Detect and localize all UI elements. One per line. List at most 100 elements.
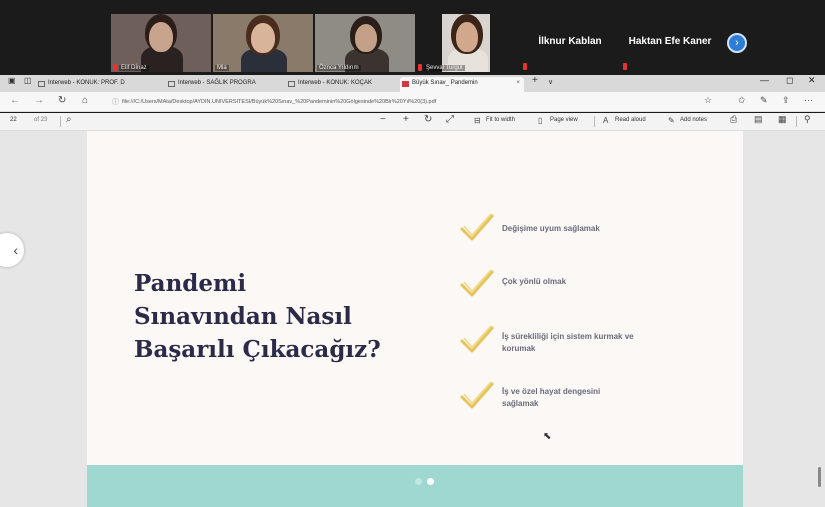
divider <box>60 116 61 127</box>
mic-muted-icon <box>523 63 527 70</box>
checkmark-icon <box>459 325 495 353</box>
participant-name: Öznca Yıldırım <box>317 65 361 71</box>
scrollbar-thumb[interactable] <box>818 467 821 487</box>
bullet-line: Çok yönlü olmak <box>502 277 567 286</box>
address-bar-row: ← → ↻ ⌂ ⓘ file:///C:/Users/MAta/Desktop/… <box>0 92 825 112</box>
chevron-left-icon: ‹ <box>13 242 18 258</box>
divider <box>594 116 595 127</box>
pdf-icon <box>402 81 409 87</box>
tab-set-aside-icon[interactable]: ◫ <box>24 76 32 85</box>
fit-to-width-button[interactable]: Fit to width <box>486 117 515 123</box>
slide-indicator-dot-active <box>427 478 434 485</box>
add-notes-icon: ✎ <box>668 116 675 125</box>
rotate-icon[interactable]: ↻ <box>424 114 432 125</box>
bullet-line: İş sürekliliği için sistem kurmak ve <box>502 332 634 341</box>
tab-interweb-konuk-kocak[interactable]: Interweb - KONUK: KOÇAK <box>286 77 398 92</box>
read-aloud-icon: A <box>603 116 609 125</box>
title-line: Pandemi <box>134 270 247 297</box>
bullet-line: Değişime uyum sağlamak <box>502 224 600 233</box>
print-icon[interactable]: ⎙ <box>730 114 737 125</box>
participant-name: Şevval Turgut <box>424 65 465 71</box>
bullet-line: sağlamak <box>502 399 539 408</box>
notes-pen-icon[interactable]: ✎ <box>760 95 768 106</box>
slide-indicator-dot <box>415 478 422 485</box>
page-icon <box>168 81 175 87</box>
slide-title: Pandemi Sınavından Nasıl Başarılı Çıkaca… <box>134 267 381 366</box>
participant-tile-5[interactable]: İlknur Kablan <box>520 14 620 72</box>
tab-list-button[interactable]: ∨ <box>548 78 553 86</box>
tab-buyuk-sinav-pdf[interactable]: Büyük Sınav_ Pandemin × <box>400 77 524 92</box>
mic-muted-icon <box>623 63 627 70</box>
forward-icon[interactable]: → <box>34 95 44 106</box>
participant-tile-3[interactable]: Öznca Yıldırım <box>315 14 415 72</box>
zoom-in-icon[interactable]: + <box>403 114 409 125</box>
tab-interweb-saglik[interactable]: Interweb - SAĞLIK PROGRA <box>166 77 284 92</box>
refresh-icon[interactable]: ↻ <box>58 95 66 106</box>
home-icon[interactable]: ⌂ <box>82 95 88 106</box>
favorites-icon[interactable]: ✩ <box>738 95 746 106</box>
checkmark-icon <box>459 269 495 297</box>
maximize-icon[interactable]: ◻ <box>786 75 793 86</box>
close-tab-icon[interactable]: × <box>516 77 520 90</box>
fit-width-icon: ⊟ <box>474 116 481 125</box>
mic-muted-icon <box>113 64 117 71</box>
page-icon <box>288 81 295 87</box>
browser-tab-strip: ▣ ◫ Interweb - KONUK: PROF. D Interweb -… <box>0 75 825 92</box>
tab-label: Interweb - SAĞLIK PROGRA <box>178 80 256 86</box>
page-view-icon: ▯ <box>538 116 543 125</box>
bullet-line: korumak <box>502 344 536 353</box>
title-line: Başarılı Çıkacağız? <box>134 336 381 363</box>
bullet-item: İş sürekliliği için sistem kurmak ve kor… <box>502 331 634 355</box>
address-field[interactable]: ⓘ file:///C:/Users/MAta/Desktop/AYDIN.UN… <box>112 96 672 109</box>
next-participants-button[interactable]: › <box>727 33 747 53</box>
mic-muted-icon <box>418 64 422 71</box>
tab-label: Interweb - KONUK: PROF. D <box>48 80 125 86</box>
title-line: Sınavından Nasıl <box>134 303 352 330</box>
back-icon[interactable]: ← <box>10 95 20 106</box>
read-aloud-button[interactable]: Read aloud <box>615 117 646 123</box>
info-icon: ⓘ <box>112 99 119 106</box>
pdf-toolbar: 22 of 23 ⌕ − + ↻ ⤢ ⊟ Fit to width ▯ Page… <box>0 113 825 131</box>
participant-tile-4[interactable]: Şevval Turgut <box>416 14 516 72</box>
participant-name: Haktan Efe Kaner <box>628 36 712 47</box>
page-number-input[interactable]: 22 <box>10 117 17 123</box>
add-notes-button[interactable]: Add notes <box>680 117 707 123</box>
new-tab-button[interactable]: + <box>532 75 538 86</box>
previous-page-button[interactable]: ‹ <box>0 233 24 267</box>
favorite-star-icon[interactable]: ☆ <box>704 95 712 106</box>
save-icon[interactable]: ▤ <box>754 114 763 125</box>
slide-footer-band <box>87 465 743 507</box>
participant-tile-2[interactable]: Mla <box>213 14 313 72</box>
share-icon[interactable]: ⇪ <box>782 95 790 106</box>
page-view-button[interactable]: Page view <box>550 117 578 123</box>
bullet-item: Değişime uyum sağlamak <box>502 223 600 235</box>
bullet-item: İş ve özel hayat dengesini sağlamak <box>502 386 600 410</box>
participant-name: İlknur Kablan <box>538 36 602 47</box>
pdf-document-area[interactable]: Pandemi Sınavından Nasıl Başarılı Çıkaca… <box>0 131 825 507</box>
tab-interweb-konuk-prof[interactable]: Interweb - KONUK: PROF. D <box>36 77 164 92</box>
tab-label: Büyük Sınav_ Pandemin <box>412 80 478 86</box>
pin-toolbar-icon[interactable]: ⚲ <box>804 114 811 125</box>
search-icon[interactable]: ⌕ <box>66 114 72 125</box>
participant-tile-1[interactable]: Elif Dİnaz <box>111 14 211 72</box>
zoom-out-icon[interactable]: − <box>380 114 386 125</box>
divider <box>796 116 797 127</box>
checkmark-icon <box>459 381 495 409</box>
chevron-right-icon: › <box>735 37 739 49</box>
mouse-cursor-icon: ⬉ <box>543 431 552 442</box>
url-text: file:///C:/Users/MAta/Desktop/AYDIN.UNIV… <box>122 99 437 105</box>
close-window-icon[interactable]: ✕ <box>808 75 816 86</box>
participant-name: Elif Dİnaz <box>119 65 149 71</box>
fullscreen-icon[interactable]: ⤢ <box>446 114 454 125</box>
bullet-item: Çok yönlü olmak <box>502 276 566 288</box>
meeting-participant-strip: Elif Dİnaz Mla Öznca Yıldırım Şevval Tur… <box>0 0 825 75</box>
page-total: of 23 <box>34 117 48 123</box>
more-menu-icon[interactable]: ··· <box>804 95 813 105</box>
tab-actions-icon[interactable]: ▣ <box>8 76 16 85</box>
save-as-icon[interactable]: ▦ <box>778 114 787 125</box>
bullet-line: İş ve özel hayat dengesini <box>502 387 601 396</box>
tab-label: Interweb - KONUK: KOÇAK <box>298 80 373 86</box>
participant-tile-6[interactable]: Haktan Efe Kaner <box>620 14 720 72</box>
participant-name: Mla <box>215 65 229 71</box>
minimize-icon[interactable]: — <box>760 75 769 85</box>
